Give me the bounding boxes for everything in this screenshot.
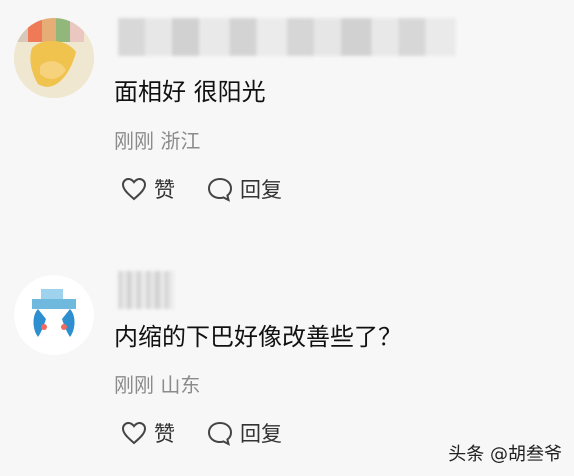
reply-label: 回复 [240,178,282,202]
comment-bubble-icon [207,421,233,446]
blurred-username [118,271,174,309]
comment-meta: 刚刚 浙江 [114,129,201,153]
reply-button[interactable]: 回复 [206,418,282,448]
reply-button[interactable]: 回复 [206,174,282,204]
comment-meta: 刚刚 山东 [114,373,201,397]
heart-icon [121,177,147,201]
like-button[interactable]: 赞 [120,418,175,448]
like-label: 赞 [154,178,175,202]
comment-item: 面相好 很阳光 刚刚 浙江 赞 回复 [0,0,574,230]
like-button[interactable]: 赞 [120,174,175,204]
comment-bubble-icon [207,177,233,202]
blurred-photo-avatar-icon [14,18,94,98]
comment-text: 内缩的下巴好像改善些了？ [114,323,402,351]
reply-label: 回复 [240,422,282,446]
comment-text: 面相好 很阳光 [114,78,266,106]
user-avatar[interactable] [14,18,94,98]
heart-icon [121,421,147,445]
cartoon-avatar-icon [14,275,94,355]
like-label: 赞 [154,422,175,446]
blurred-username [118,18,456,56]
user-avatar[interactable] [14,275,94,355]
watermark: 头条 @胡叁爷 [448,444,562,465]
